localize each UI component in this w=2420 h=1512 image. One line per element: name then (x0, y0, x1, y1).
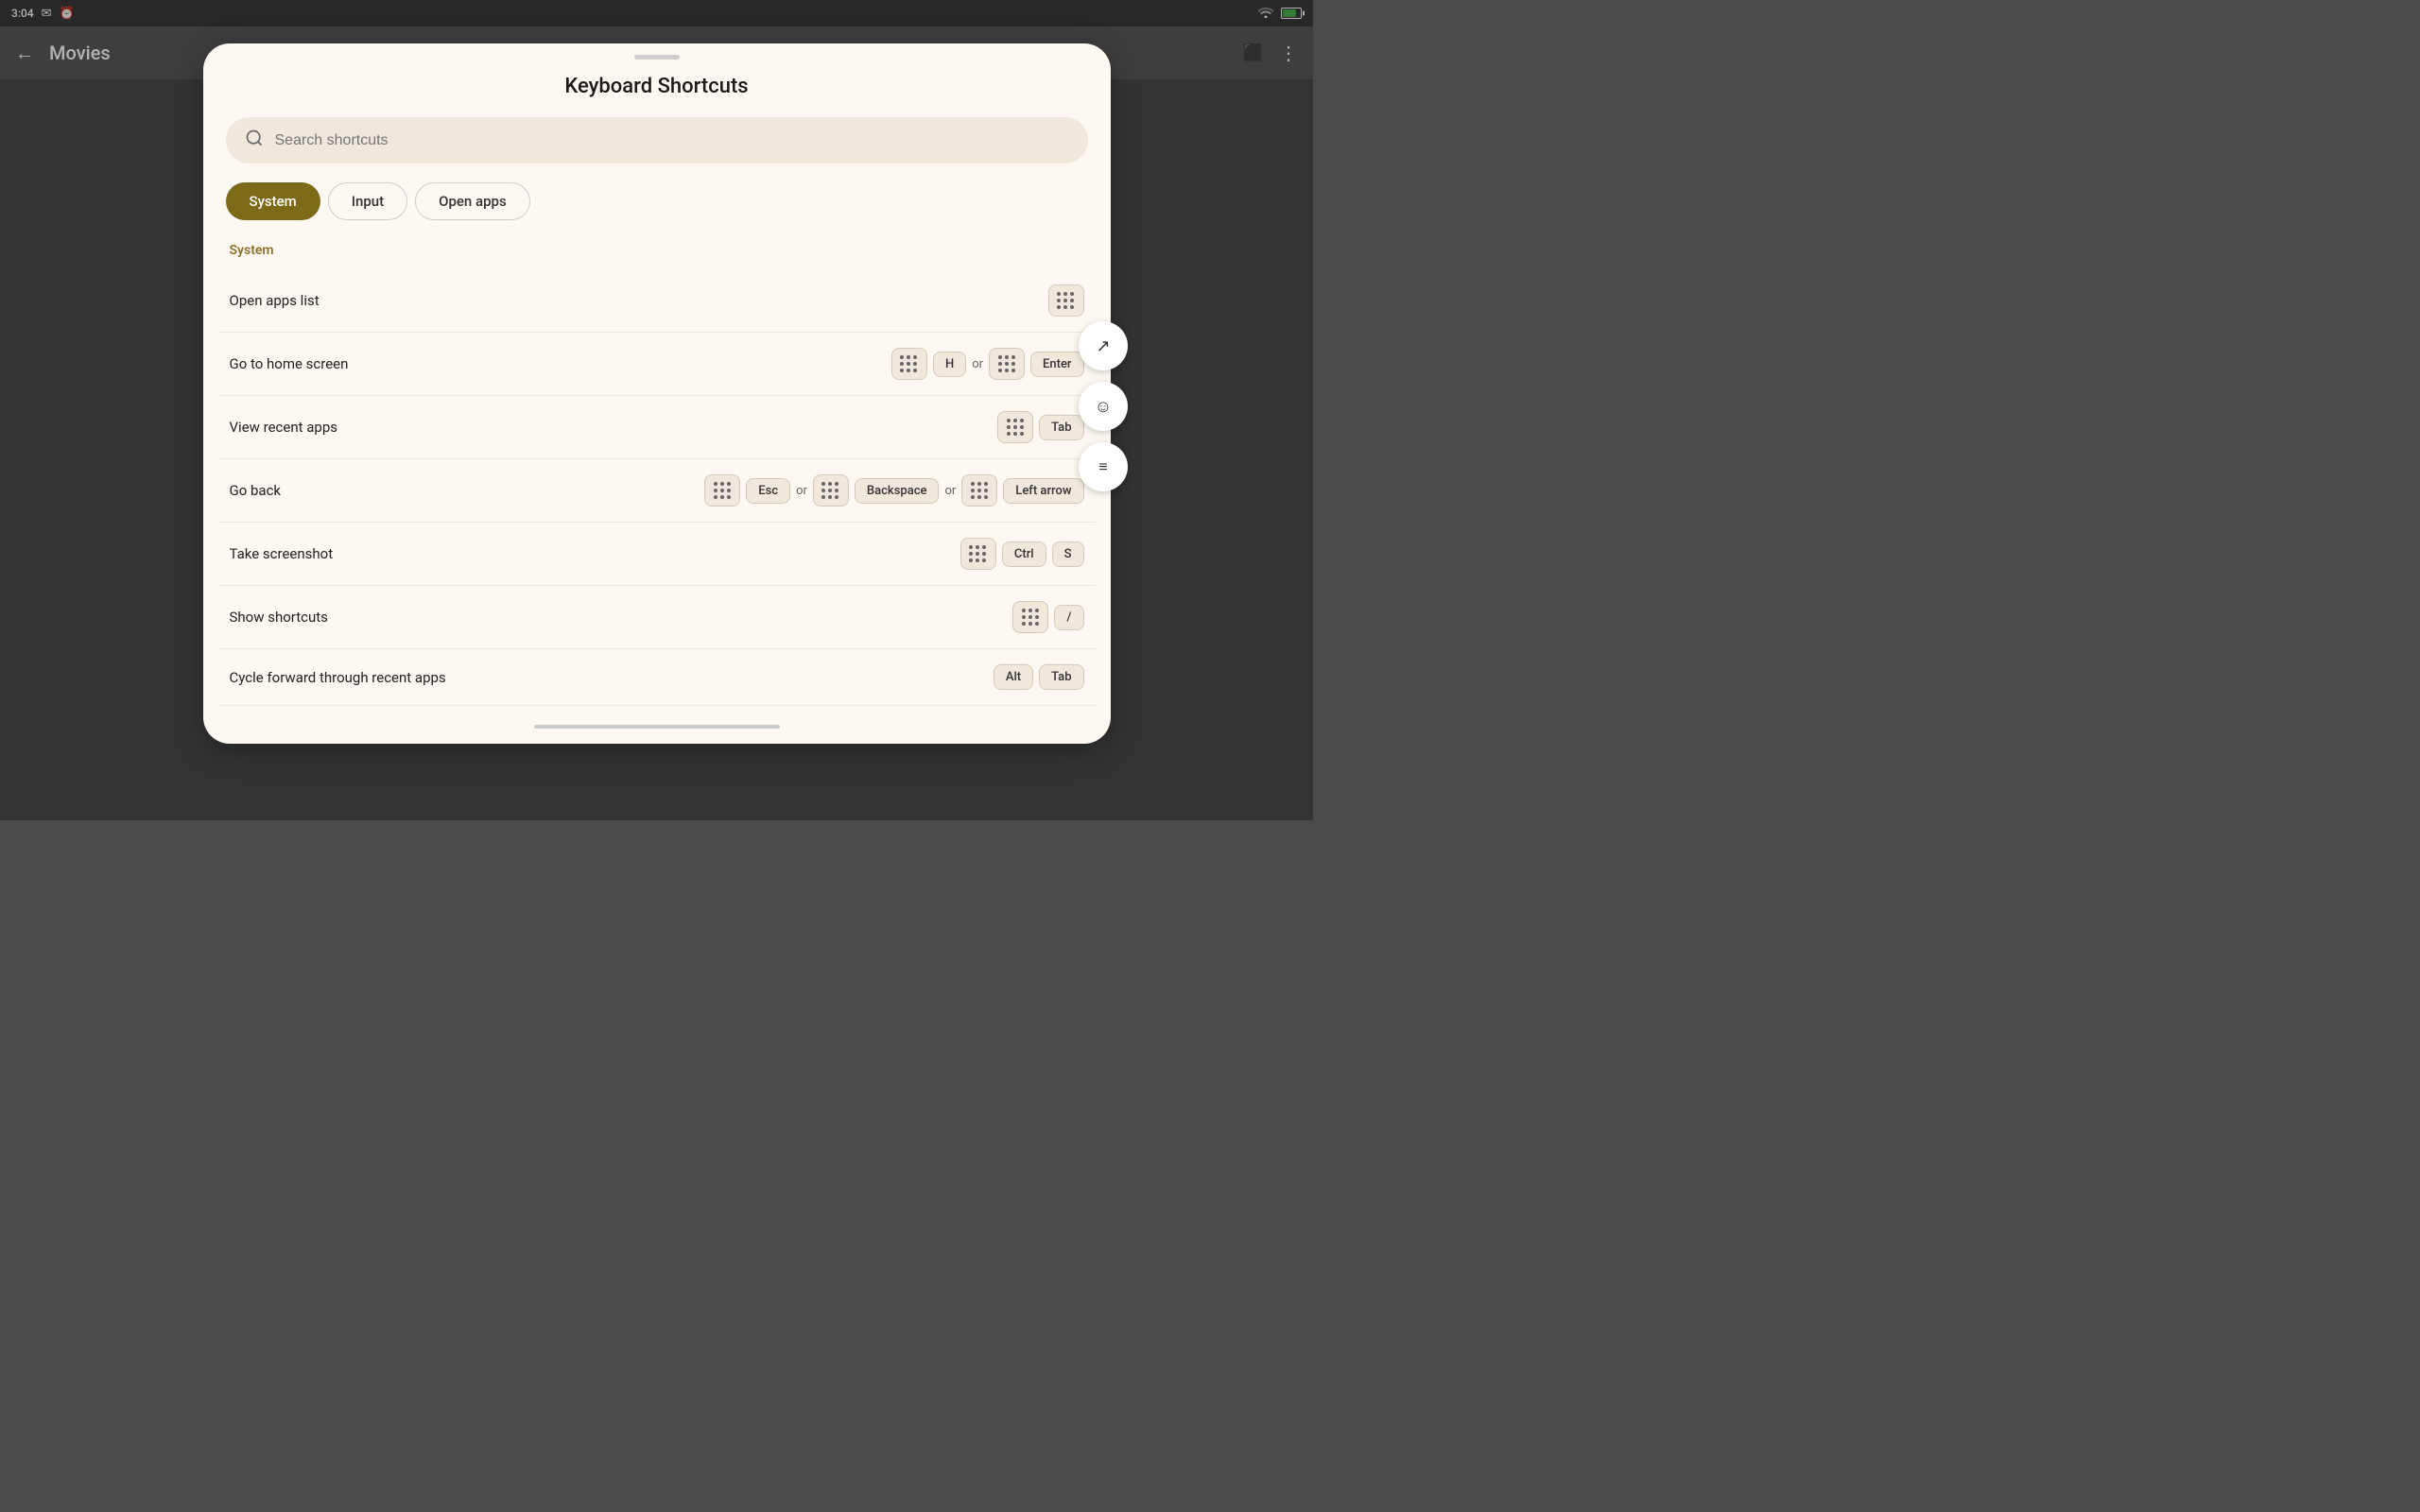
shortcut-row-go-back: Go back Esc or (218, 459, 1096, 523)
shortcut-row-screenshot: Take screenshot Ctrl S (218, 523, 1096, 586)
shortcut-name: Open apps list (230, 292, 320, 309)
grid-dots (714, 482, 732, 500)
shortcut-row-cycle-forward: Cycle forward through recent apps Alt Ta… (218, 649, 1096, 706)
keyboard-shortcuts-modal: Keyboard Shortcuts System Input Open app… (203, 43, 1111, 744)
launcher-key-icon (704, 474, 740, 507)
shortcut-row-open-apps-list: Open apps list (218, 269, 1096, 333)
search-icon (245, 129, 264, 152)
hamburger-icon: ≡ (1098, 457, 1107, 476)
shortcut-name: Go to home screen (230, 355, 349, 372)
grid-dots (900, 355, 918, 373)
launcher-key-icon (1048, 284, 1084, 317)
launcher-key-icon-2 (989, 348, 1025, 380)
tab-input[interactable]: Input (328, 182, 407, 220)
launcher-key-icon (960, 538, 996, 570)
launcher-key-icon (997, 411, 1033, 443)
key-left-arrow: Left arrow (1003, 478, 1083, 504)
key-h: H (933, 352, 966, 377)
grid-dots (1057, 292, 1075, 310)
grid-dots (1022, 609, 1040, 627)
key-tab: Tab (1039, 664, 1083, 690)
shortcut-row-home-screen: Go to home screen H or (218, 333, 1096, 396)
shortcut-keys: Esc or Backspace or (704, 474, 1083, 507)
tab-system[interactable]: System (226, 182, 320, 220)
tab-open-apps[interactable]: Open apps (415, 182, 530, 220)
shortcut-row-recent-apps: View recent apps Tab (218, 396, 1096, 459)
search-container (203, 117, 1111, 163)
grid-dots (969, 545, 987, 563)
grid-dots (1007, 419, 1025, 437)
shortcut-keys: / (1012, 601, 1083, 633)
search-input[interactable] (275, 132, 1069, 149)
key-s: S (1052, 541, 1084, 567)
key-slash: / (1054, 605, 1083, 630)
key-or-2: or (944, 484, 956, 498)
tabs-container: System Input Open apps (203, 182, 1111, 220)
expand-button[interactable]: ↗ (1079, 321, 1128, 370)
section-label: System (203, 243, 1111, 258)
shortcuts-list: Open apps list Go to home screen (203, 269, 1111, 706)
shortcut-row-show-shortcuts: Show shortcuts / (218, 586, 1096, 649)
fab-container: ↗ ☺ ≡ (1079, 321, 1128, 491)
key-backspace: Backspace (855, 478, 940, 504)
shortcut-name: Cycle forward through recent apps (230, 669, 446, 686)
shortcut-keys: H or Enter (891, 348, 1084, 380)
shortcut-name: View recent apps (230, 419, 338, 436)
launcher-key-icon-3 (961, 474, 997, 507)
key-enter: Enter (1030, 352, 1083, 377)
key-or: or (972, 357, 983, 371)
search-bar (226, 117, 1088, 163)
launcher-key-icon (1012, 601, 1048, 633)
emoji-icon: ☺ (1095, 397, 1112, 417)
key-tab: Tab (1039, 415, 1083, 440)
shortcut-keys: Ctrl S (960, 538, 1084, 570)
key-or: or (796, 484, 807, 498)
key-ctrl: Ctrl (1002, 541, 1046, 567)
launcher-key-icon (891, 348, 927, 380)
key-esc: Esc (746, 478, 790, 504)
key-alt: Alt (994, 664, 1033, 690)
shortcut-keys: Tab (997, 411, 1083, 443)
shortcut-name: Take screenshot (230, 545, 334, 562)
shortcut-keys (1048, 284, 1084, 317)
shortcut-name: Go back (230, 482, 282, 499)
scroll-indicator (534, 725, 780, 729)
menu-button[interactable]: ≡ (1079, 442, 1128, 491)
emoji-button[interactable]: ☺ (1079, 382, 1128, 431)
grid-dots (998, 355, 1016, 373)
shortcut-keys: Alt Tab (994, 664, 1084, 690)
expand-icon: ↗ (1096, 336, 1110, 356)
grid-dots (971, 482, 989, 500)
launcher-key-icon-2 (813, 474, 849, 507)
shortcut-name: Show shortcuts (230, 609, 328, 626)
grid-dots (821, 482, 839, 500)
drag-handle[interactable] (634, 55, 680, 60)
modal-title: Keyboard Shortcuts (203, 75, 1111, 98)
